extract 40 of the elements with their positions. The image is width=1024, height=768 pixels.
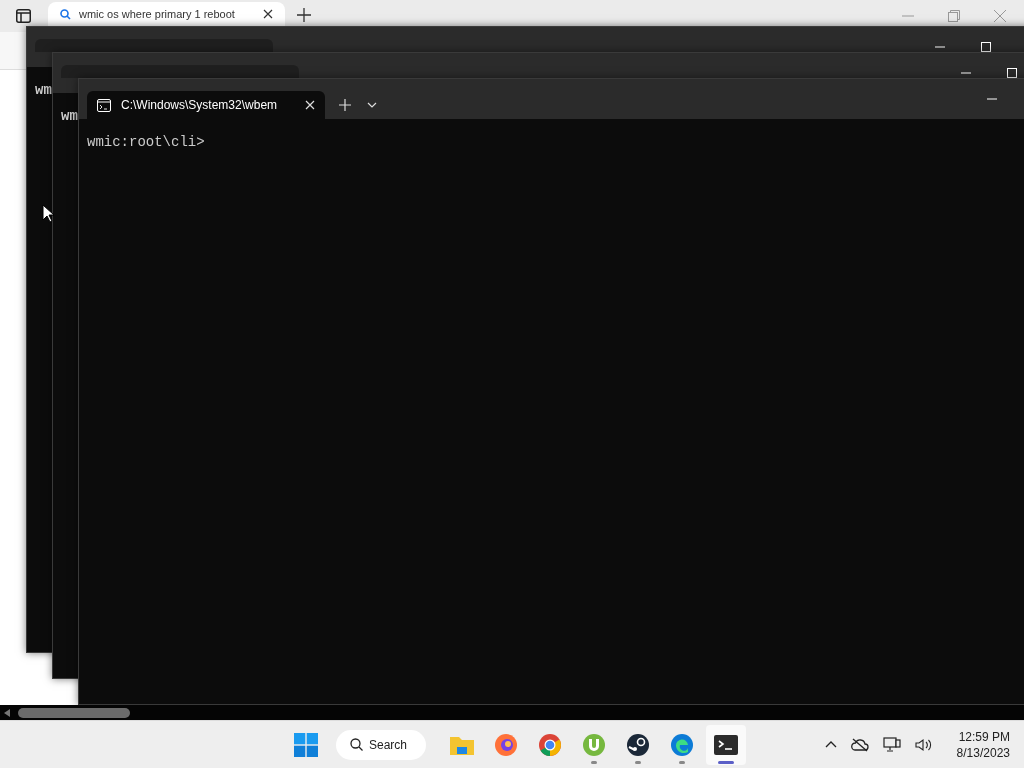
terminal-text: wmic:root\cli> [87, 134, 205, 150]
cloud-off-icon[interactable] [850, 737, 869, 752]
scrollbar-thumb[interactable] [18, 707, 130, 718]
terminal-text: wm [35, 82, 52, 98]
running-indicator [635, 760, 641, 764]
windows-logo-icon [294, 732, 318, 757]
close-icon[interactable] [263, 9, 273, 19]
firefox-icon [494, 732, 518, 757]
search-button[interactable]: Search [336, 729, 426, 760]
console-icon [97, 98, 111, 112]
chrome-icon [538, 732, 562, 757]
tab-title: wmic os where primary 1 reboot [79, 6, 236, 22]
tab-title: C:\Windows\System32\wbem [121, 97, 279, 114]
running-indicator [718, 760, 734, 764]
scroll-left-icon[interactable] [4, 708, 10, 717]
steam-icon [626, 732, 650, 757]
maximize-icon[interactable] [1007, 68, 1017, 78]
running-indicator [591, 760, 597, 764]
maximize-icon[interactable] [981, 42, 991, 52]
terminal-text: wm [61, 108, 78, 124]
dropdown-icon[interactable] [367, 102, 377, 108]
chevron-up-icon[interactable] [824, 741, 837, 748]
taskbar-app-button[interactable] [706, 724, 746, 765]
utorrent-icon [582, 732, 606, 757]
running-indicator [679, 760, 685, 764]
sidebar-icon[interactable] [16, 9, 31, 23]
new-tab-icon[interactable] [297, 8, 311, 22]
terminal-icon [714, 734, 738, 755]
restore-icon[interactable] [948, 10, 960, 22]
search-icon [60, 8, 71, 20]
browser-tab[interactable]: wmic os where primary 1 reboot [48, 2, 285, 26]
horizontal-scrollbar[interactable] [0, 705, 1024, 720]
network-icon[interactable] [882, 736, 901, 753]
edge-icon [670, 732, 694, 757]
time-text: 12:59 PM [958, 728, 1010, 745]
terminal-tab[interactable]: C:\Windows\System32\wbem [87, 91, 325, 119]
search-icon [350, 738, 363, 751]
date-text: 8/13/2023 [956, 744, 1010, 761]
clock-button[interactable]: 12:59 PM 8/13/2023 [952, 728, 1014, 761]
volume-icon[interactable] [914, 737, 933, 752]
